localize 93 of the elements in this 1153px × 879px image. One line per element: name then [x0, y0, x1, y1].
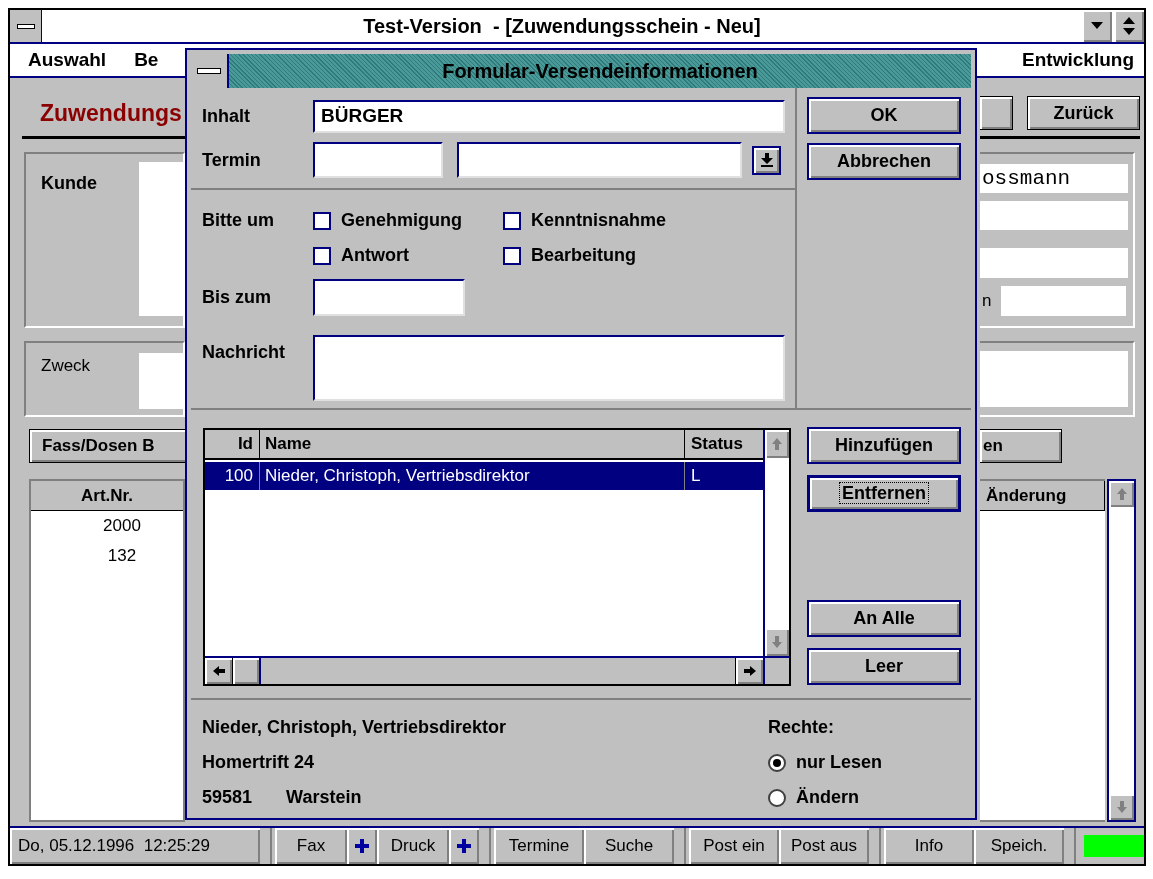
- system-menu-button[interactable]: [10, 10, 42, 42]
- add-button[interactable]: [449, 828, 479, 864]
- address-line: Nieder, Christoph, Vertriebsdirektor: [202, 716, 508, 739]
- field-label: Bis zum: [202, 286, 272, 309]
- field-label: n: [981, 290, 992, 313]
- status-button[interactable]: Info: [884, 828, 974, 864]
- time-field[interactable]: [457, 142, 742, 178]
- scroll-down-icon[interactable]: [1109, 794, 1134, 820]
- checkbox-label: Antwort: [341, 244, 409, 267]
- customer-field[interactable]: [139, 162, 183, 316]
- window-title: Test-Version - [Zuwendungsschein - Neu]: [363, 14, 761, 39]
- checkbox-label: Bearbeitung: [531, 244, 636, 267]
- add-button[interactable]: Hinzufügen: [807, 427, 961, 464]
- restore-button[interactable]: [1114, 10, 1144, 42]
- field-label: Kunde: [40, 172, 98, 195]
- scroll-down-icon[interactable]: [765, 628, 789, 656]
- plus-icon: [457, 839, 471, 853]
- date-field[interactable]: [313, 142, 443, 178]
- clear-button[interactable]: Leer: [807, 648, 961, 685]
- form-heading: Zuwendungs: [40, 98, 182, 128]
- purpose-field[interactable]: [139, 353, 183, 409]
- field-label: Nachricht: [202, 341, 287, 364]
- rights-label: Rechte:: [768, 716, 835, 739]
- input-field[interactable]: [1001, 286, 1127, 316]
- column-header: Id: [205, 430, 260, 458]
- column-header: Änderung: [986, 484, 1067, 507]
- checkbox-label: Kenntnisnahme: [531, 209, 667, 232]
- scroll-up-icon[interactable]: [1109, 481, 1134, 507]
- checkbox[interactable]: [313, 246, 331, 265]
- field-value: ossmann: [981, 168, 1071, 189]
- status-button[interactable]: Post ein: [689, 828, 779, 864]
- menu-item[interactable]: Be: [134, 45, 159, 75]
- checkbox[interactable]: [503, 211, 521, 230]
- radio-label: Ändern: [796, 786, 859, 809]
- scrollbar[interactable]: [1107, 479, 1136, 822]
- menu-item[interactable]: Auswahl: [28, 45, 107, 75]
- scroll-left-icon[interactable]: [205, 658, 233, 684]
- status-button[interactable]: Suche: [584, 828, 674, 864]
- status-button[interactable]: Fax: [275, 828, 347, 864]
- status-indicator: [1084, 835, 1144, 857]
- address-line: Homertrift 24: [202, 751, 316, 774]
- address-field[interactable]: [980, 201, 1128, 230]
- checkbox[interactable]: [503, 246, 521, 265]
- cancel-button[interactable]: Abbrechen: [807, 143, 961, 180]
- column-header: Status: [690, 433, 744, 455]
- field-label: Bitte um: [202, 209, 275, 232]
- radio-button[interactable]: [768, 753, 786, 772]
- status-button[interactable]: Termine: [494, 828, 584, 864]
- minimize-button[interactable]: [1082, 10, 1112, 42]
- checkbox-label: Genehmigung: [341, 209, 462, 232]
- scrollbar[interactable]: [763, 430, 789, 656]
- field-label: Termin: [202, 148, 262, 172]
- purpose-field[interactable]: [980, 351, 1128, 407]
- radio-button[interactable]: [768, 788, 786, 807]
- toolbar-button[interactable]: [980, 96, 1013, 130]
- caret-down-icon: [1091, 22, 1103, 30]
- back-button[interactable]: Zurück: [1027, 96, 1140, 130]
- message-field[interactable]: [313, 335, 785, 401]
- horizontal-scrollbar[interactable]: [205, 658, 763, 684]
- status-datetime: Do, 05.12.1996 12:25:29: [10, 828, 260, 864]
- radio-label: nur Lesen: [796, 751, 883, 774]
- scroll-thumb[interactable]: [233, 658, 261, 684]
- table-cell-text: 2000: [103, 515, 141, 538]
- up-down-icon: [1123, 17, 1135, 35]
- tab-button[interactable]: en: [980, 429, 1062, 463]
- plus-icon: [355, 839, 369, 853]
- status-button[interactable]: Post aus: [779, 828, 869, 864]
- date-field[interactable]: [313, 279, 465, 316]
- city: Warstein: [286, 786, 362, 809]
- dialog-title: Formular-Versendeinformationen: [442, 59, 758, 84]
- field-label: Zweck: [40, 355, 92, 377]
- scroll-right-icon[interactable]: [735, 658, 763, 684]
- column-header: Art.Nr.: [81, 484, 133, 507]
- remove-button[interactable]: Entfernen: [807, 475, 961, 512]
- dropdown-arrow-icon: [760, 153, 773, 167]
- name-field[interactable]: ossmann: [980, 164, 1128, 193]
- status-button[interactable]: Druck: [377, 828, 449, 864]
- add-button[interactable]: [347, 828, 377, 864]
- city-field[interactable]: [980, 248, 1128, 278]
- list-row[interactable]: 100 Nieder, Christoph, Vertriebsdirektor L: [205, 462, 763, 490]
- table-cell-text: 132: [107, 545, 137, 568]
- tab-button[interactable]: Fass/Dosen B: [29, 429, 185, 463]
- menu-item[interactable]: Entwicklung: [1022, 45, 1134, 75]
- content-field[interactable]: BÜRGER: [313, 100, 785, 133]
- dropdown-button[interactable]: [752, 145, 781, 175]
- checkbox[interactable]: [313, 211, 331, 230]
- scroll-up-icon[interactable]: [765, 430, 789, 458]
- status-button[interactable]: Speich.: [974, 828, 1064, 864]
- column-header: Name: [260, 430, 685, 458]
- all-button[interactable]: An Alle: [807, 600, 961, 637]
- ok-button[interactable]: OK: [807, 97, 961, 134]
- postcode: 59581: [202, 786, 253, 809]
- field-label: Inhalt: [202, 105, 251, 128]
